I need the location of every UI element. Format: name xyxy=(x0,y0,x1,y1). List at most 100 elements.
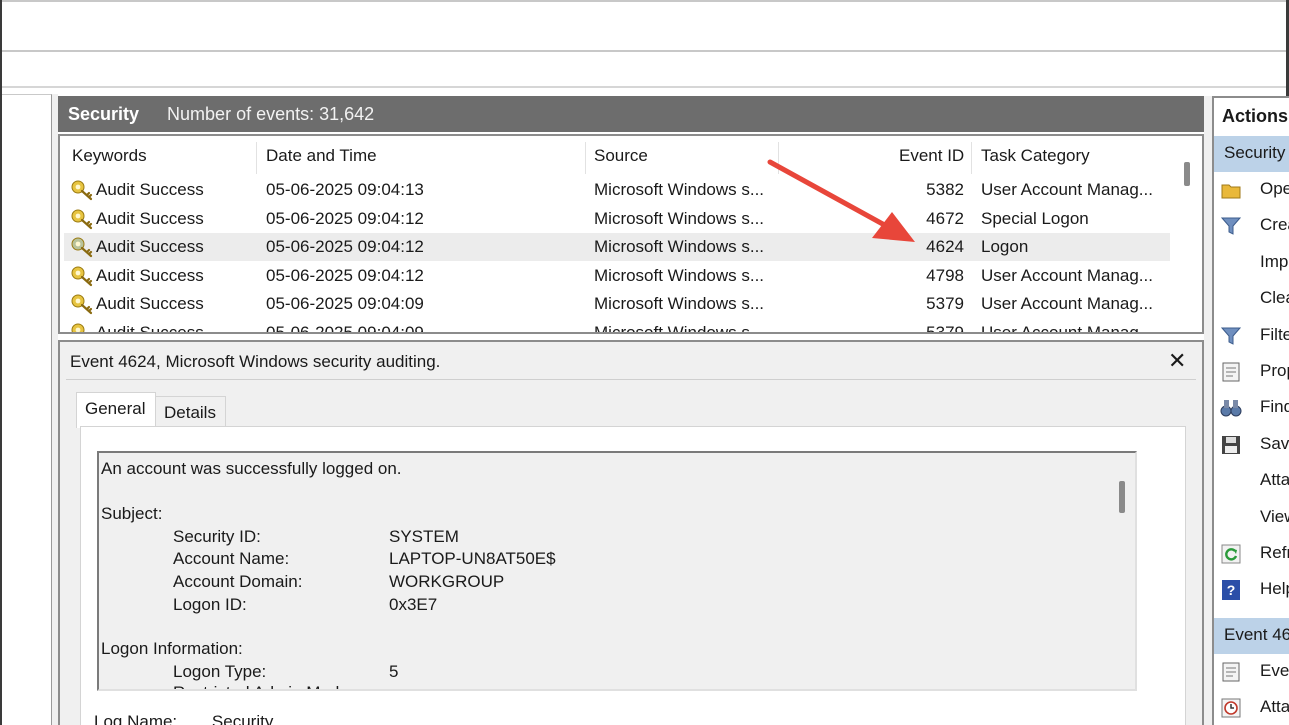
audit-key-icon xyxy=(70,179,94,201)
table-row[interactable]: Audit Success 05-06-2025 09:04:09 Microsof… xyxy=(64,290,1170,318)
cell-task-category: Special Logon xyxy=(981,208,1089,228)
tab-details[interactable]: Details xyxy=(156,396,226,426)
message-scroll-thumb[interactable] xyxy=(1119,481,1125,513)
general-tab-body: An account was successfully logged on. S… xyxy=(80,426,1186,725)
folder-icon xyxy=(1220,179,1242,201)
cell-event-id: 5379 xyxy=(926,294,964,314)
tab-general[interactable]: General xyxy=(76,392,156,428)
action-label: Clear Log... xyxy=(1260,288,1289,308)
cell-keywords: Audit Success xyxy=(96,265,204,285)
details-title-divider xyxy=(66,379,1196,380)
cell-keywords: Audit Success xyxy=(96,294,204,314)
cell-event-id: 4798 xyxy=(926,265,964,285)
cell-keywords: Audit Success xyxy=(96,180,204,199)
filter-icon xyxy=(1220,215,1242,237)
cell-task-category: User Account Manag... xyxy=(981,265,1153,285)
action-label: Find... xyxy=(1260,397,1289,417)
details-title: Event 4624, Microsoft Windows security a… xyxy=(70,352,441,371)
logon-label: Restricted Admin Mode: xyxy=(173,683,353,689)
actions-group-label: Event 4624, Microsoft Windows security a… xyxy=(1224,625,1289,644)
log-name-value: Security xyxy=(211,712,274,725)
action-create-custom-view[interactable]: Create Custom View... xyxy=(1214,208,1289,244)
action-label: Open Saved Log... xyxy=(1260,179,1289,198)
action-open-saved-log[interactable]: Open Saved Log... xyxy=(1214,172,1289,208)
event-details-pane: Event 4624, Microsoft Windows security a… xyxy=(58,340,1204,725)
audit-key-icon xyxy=(70,293,94,315)
action-attach-task-to-this-event[interactable]: Attach Task To This Event... xyxy=(1214,690,1289,725)
audit-key-icon xyxy=(70,236,94,258)
action-label: Refresh xyxy=(1260,543,1289,562)
action-view[interactable]: View xyxy=(1214,500,1289,536)
action-help[interactable]: ? Help xyxy=(1214,572,1289,608)
subject-value: SYSTEM xyxy=(389,527,459,546)
actions-title: Actions xyxy=(1222,106,1289,126)
action-refresh[interactable]: Refresh xyxy=(1214,536,1289,572)
column-header-task-category[interactable]: Task Category xyxy=(981,146,1090,166)
column-header-source[interactable]: Source xyxy=(594,146,648,166)
table-row[interactable]: Audit Success 05-06-2025 09:04:12 Microsof… xyxy=(64,233,1170,262)
column-separator[interactable] xyxy=(585,142,586,174)
actions-group-security[interactable]: Security xyxy=(1214,136,1289,172)
action-event-properties[interactable]: Event Properties xyxy=(1214,654,1289,690)
actions-group-event[interactable]: Event 4624, Microsoft Windows security a… xyxy=(1214,618,1289,654)
subject-label: Account Domain: xyxy=(173,572,303,591)
cell-task-category: User Account Manag... xyxy=(981,294,1153,314)
list-scroll-thumb[interactable] xyxy=(1184,162,1190,186)
cell-datetime: 05-06-2025 09:04:12 xyxy=(266,208,424,228)
navigation-tree-pane[interactable] xyxy=(2,94,52,725)
pane-splitter-right[interactable] xyxy=(1204,96,1212,725)
column-header-datetime[interactable]: Date and Time xyxy=(266,146,377,166)
table-row[interactable]: Audit Success 05-06-2025 09:04:12 Microsof… xyxy=(64,205,1170,233)
cell-datetime: 05-06-2025 09:04:12 xyxy=(266,237,424,257)
action-label: Attach Task To This Event... xyxy=(1260,697,1289,716)
cell-source: Microsoft Windows s... xyxy=(594,265,765,285)
event-message-box[interactable]: An account was successfully logged on. S… xyxy=(97,451,1137,691)
action-save-all-events-as[interactable]: Save All Events As... xyxy=(1214,427,1289,463)
log-name-title: Security xyxy=(68,103,140,124)
list-vertical-scrollbar[interactable] xyxy=(1174,136,1202,332)
column-separator[interactable] xyxy=(971,142,972,174)
cell-source: Microsoft Windows s... xyxy=(594,237,765,257)
action-label: Event Properties xyxy=(1260,661,1289,680)
subject-value: LAPTOP-UN8AT50E$ xyxy=(389,549,556,568)
event-list[interactable]: Keywords Date and Time Source Event ID T… xyxy=(58,134,1204,334)
subject-value: WORKGROUP xyxy=(389,572,505,591)
action-label: Import Custom View... xyxy=(1260,251,1289,271)
task-icon xyxy=(1220,697,1242,719)
log-name-label: Log Name: xyxy=(94,712,178,725)
properties-icon xyxy=(1220,361,1242,383)
action-label: Attach a Task To this Log... xyxy=(1260,470,1289,490)
cell-datetime: 05-06-2025 09:04:13 xyxy=(266,180,424,199)
action-import-custom-view[interactable]: Import Custom View... xyxy=(1214,245,1289,281)
help-icon: ? xyxy=(1220,579,1242,601)
subject-label: Account Name: xyxy=(173,549,290,568)
action-clear-log[interactable]: Clear Log... xyxy=(1214,281,1289,317)
properties-icon xyxy=(1220,661,1242,683)
save-icon xyxy=(1220,434,1242,456)
log-header-bar: Security Number of events: 31,642 xyxy=(58,96,1204,132)
table-row[interactable]: Audit Success 05-06-2025 09:04:09 Microsof… xyxy=(64,319,1170,334)
action-label: Create Custom View... xyxy=(1260,215,1289,235)
column-header-keywords[interactable]: Keywords xyxy=(72,146,147,166)
window-top-border xyxy=(0,0,1289,2)
subject-label: Logon ID: xyxy=(173,595,247,614)
cell-task-category: User Account Manag... xyxy=(981,323,1153,334)
action-properties[interactable]: Properties xyxy=(1214,354,1289,390)
action-attach-a-task-to-this-log[interactable]: Attach a Task To this Log... xyxy=(1214,463,1289,499)
action-label: Properties xyxy=(1260,361,1289,380)
cell-source: Microsoft Windows s... xyxy=(594,180,765,199)
table-row[interactable]: Audit Success 05-06-2025 09:04:12 Microsof… xyxy=(64,262,1170,290)
column-separator[interactable] xyxy=(256,142,257,174)
filter-icon xyxy=(1220,325,1242,347)
subject-value: 0x3E7 xyxy=(389,595,438,614)
audit-key-icon xyxy=(70,322,94,332)
subject-header: Subject: xyxy=(101,504,163,523)
toolbar-divider xyxy=(0,86,1289,88)
cell-datetime: 05-06-2025 09:04:12 xyxy=(266,265,424,285)
subject-label: Security ID: xyxy=(173,527,261,546)
close-icon[interactable]: ✕ xyxy=(1168,348,1186,374)
cell-datetime: 05-06-2025 09:04:09 xyxy=(266,323,424,334)
action-find[interactable]: Find... xyxy=(1214,390,1289,426)
action-filter-current-log[interactable]: Filter Current Log... xyxy=(1214,318,1289,354)
table-row[interactable]: Audit Success 05-06-2025 09:04:13 Microsof… xyxy=(64,176,1170,204)
